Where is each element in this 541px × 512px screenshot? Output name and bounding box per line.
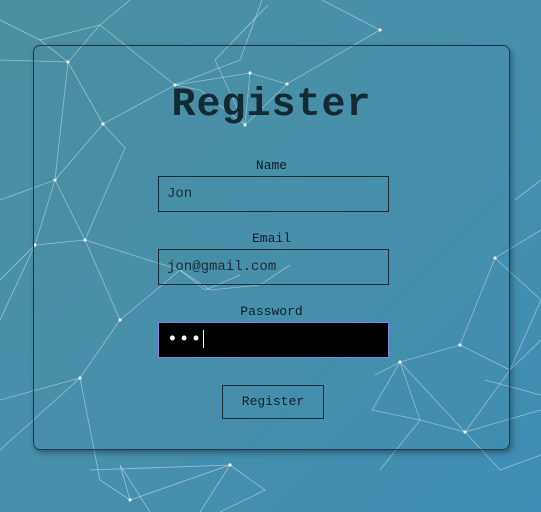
name-field-value: Jon [167,186,193,202]
register-button[interactable]: Register [222,385,324,419]
text-caret [203,330,205,349]
email-field[interactable]: jon@gmail.com [158,249,389,285]
name-field[interactable]: Jon [158,176,389,212]
password-label: Password [240,304,303,319]
email-label: Email [251,231,291,246]
email-field-value: jon@gmail.com [167,259,277,275]
name-label: Name [255,158,288,173]
register-card: Register Name Jon Email jon@gmail.com Pa… [33,45,510,450]
password-field-value: ••• [167,330,203,350]
password-field[interactable]: ••• [158,322,389,358]
page-title: Register [171,83,372,128]
